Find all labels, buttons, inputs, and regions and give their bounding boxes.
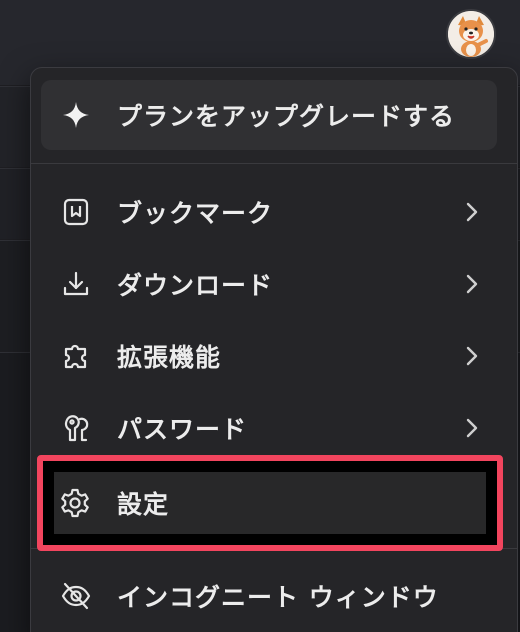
menu-item-bookmarks[interactable]: ブックマーク <box>31 180 517 244</box>
chevron-right-icon <box>463 272 481 296</box>
menu-item-extensions[interactable]: 拡張機能 <box>31 324 517 388</box>
menu-item-label: 拡張機能 <box>117 343 222 372</box>
puzzle-icon <box>59 339 93 373</box>
gear-icon <box>58 486 92 520</box>
chevron-right-icon <box>463 344 481 368</box>
menu-item-settings[interactable]: 設定 <box>37 455 503 551</box>
menu-item-label: パスワード <box>117 415 248 444</box>
incognito-icon <box>59 579 93 613</box>
download-icon <box>59 267 93 301</box>
bookmark-icon <box>59 195 93 229</box>
key-icon <box>59 411 93 445</box>
menu-item-label: インコグニート ウィンドウ <box>117 583 439 612</box>
chevron-right-icon <box>463 416 481 440</box>
menu-item-passwords[interactable]: パスワード <box>31 396 517 460</box>
menu-divider <box>31 163 517 164</box>
menu-item-label: ブックマーク <box>117 199 274 228</box>
menu-item-label: ダウンロード <box>117 271 274 300</box>
menu-item-label: 設定 <box>117 490 170 519</box>
dog-avatar-icon <box>448 11 494 57</box>
upgrade-plan-label: プランをアップグレードする <box>117 102 456 131</box>
upgrade-plan-button[interactable]: プランをアップグレードする <box>41 80 497 150</box>
profile-avatar[interactable] <box>446 9 496 59</box>
chevron-right-icon <box>463 200 481 224</box>
menu-item-incognito[interactable]: インコグニート ウィンドウ <box>31 564 517 628</box>
menu-item-downloads[interactable]: ダウンロード <box>31 252 517 316</box>
browser-window: プランをアップグレードする ブックマーク ダウンロード 拡張機能 パスワード イ… <box>0 0 520 632</box>
sparkle-icon <box>59 98 93 132</box>
